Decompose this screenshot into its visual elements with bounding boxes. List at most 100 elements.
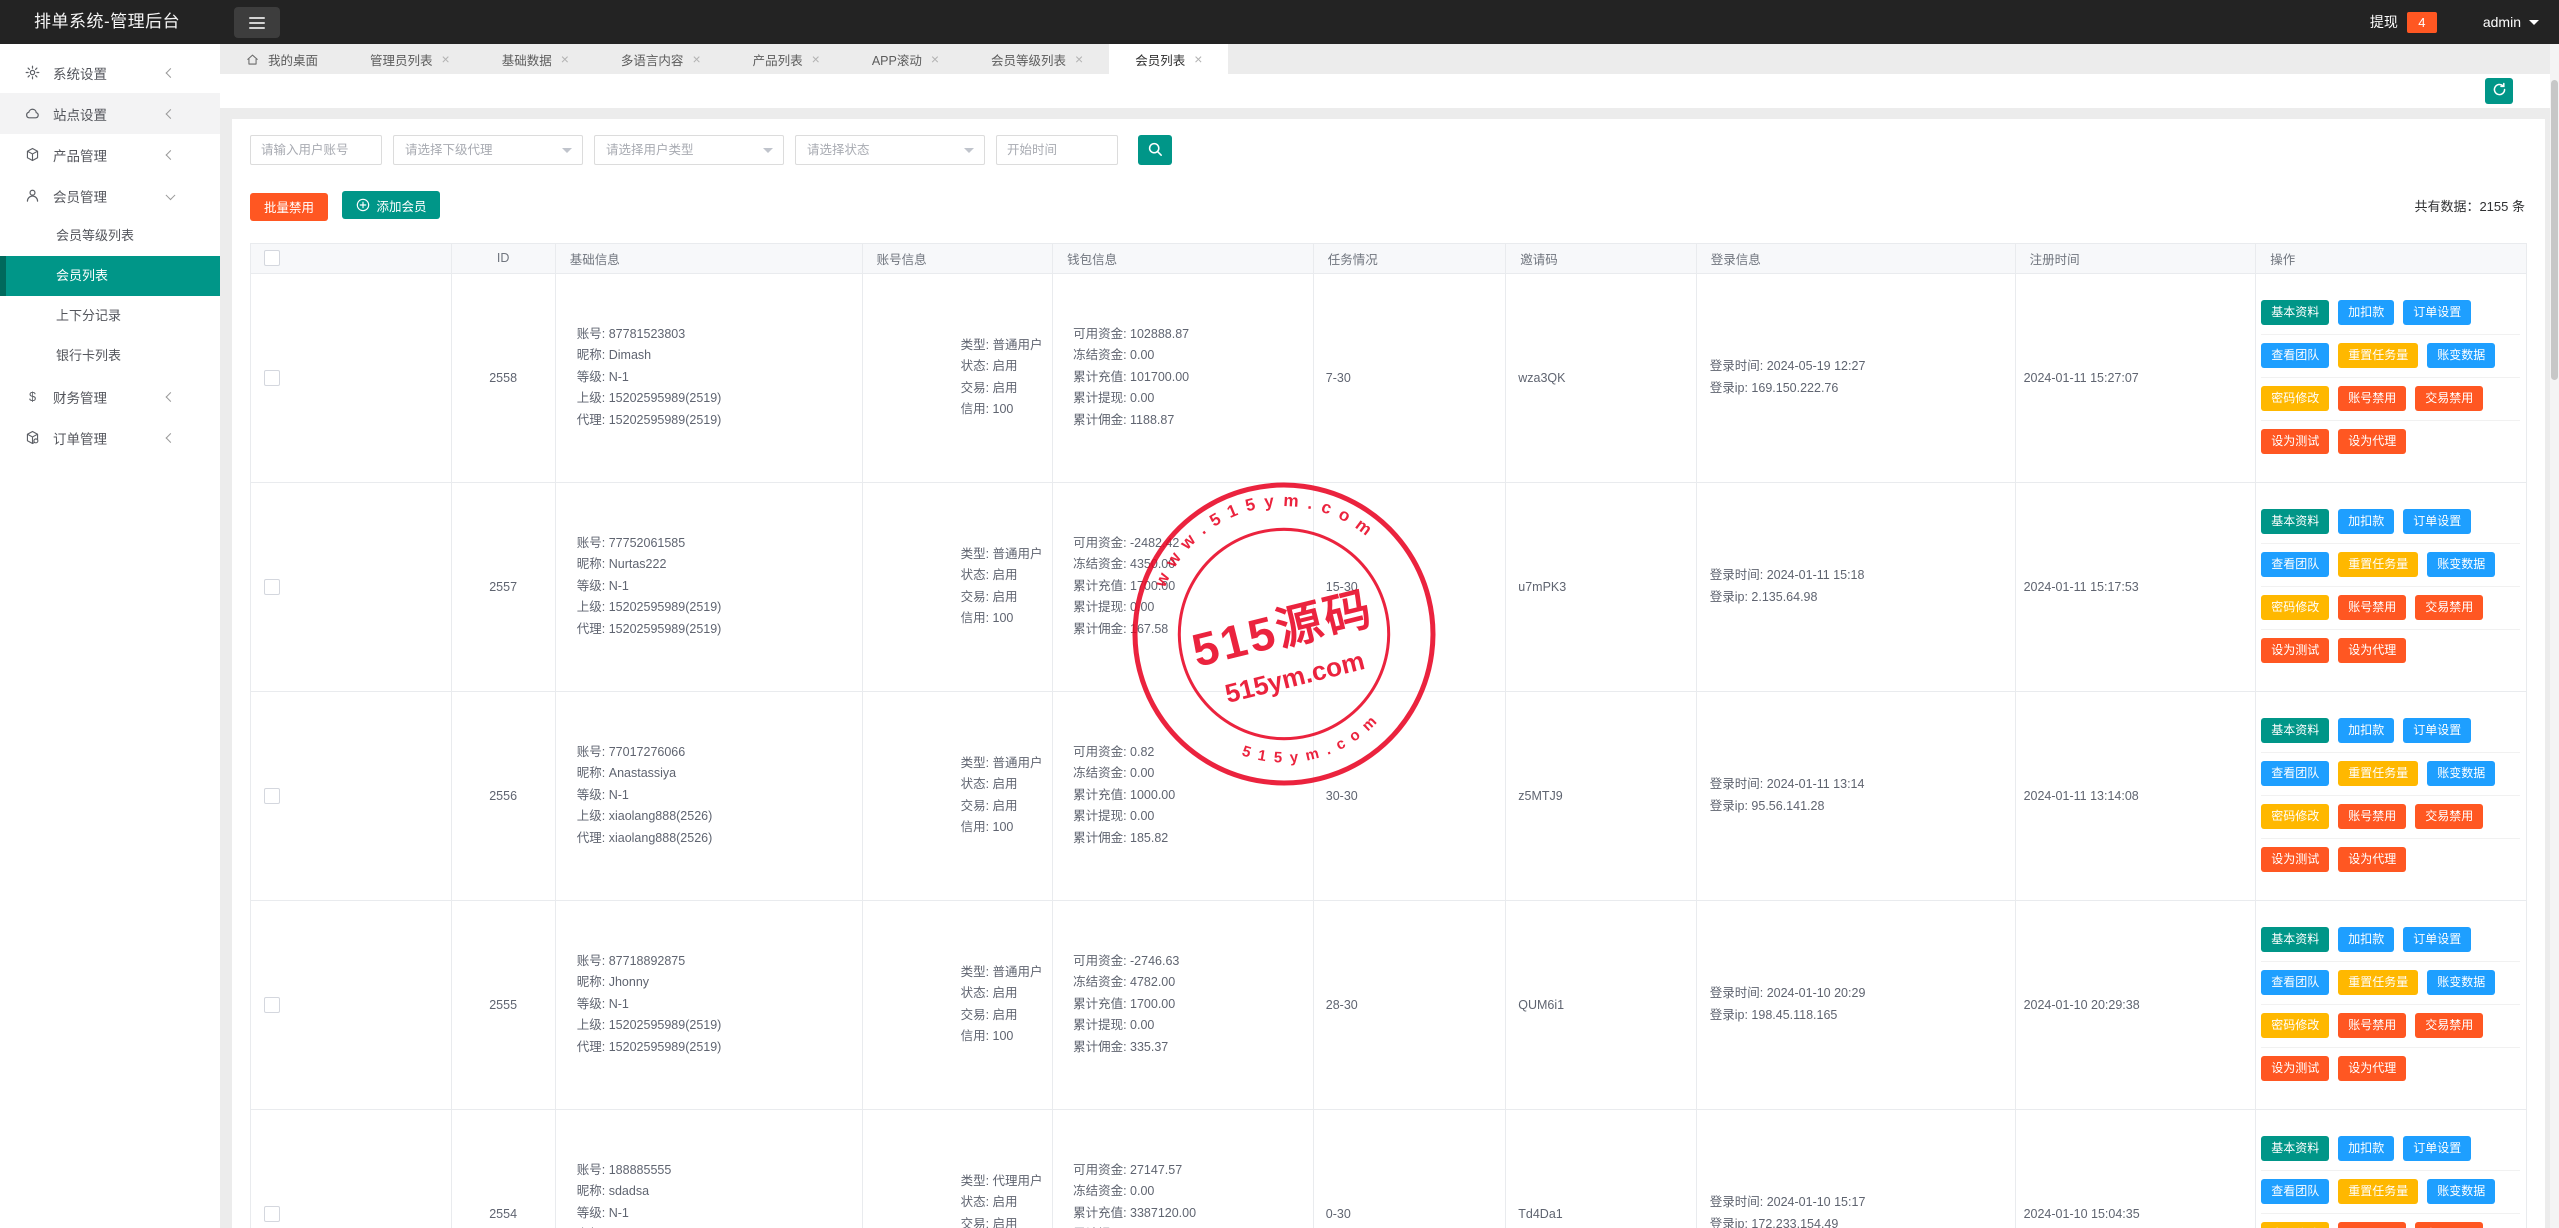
tab-app-scroll[interactable]: APP滚动 × — [846, 44, 965, 74]
menu-toggle-button[interactable] — [234, 7, 280, 38]
reset-task-button[interactable]: 重置任务量 — [2338, 1178, 2419, 1204]
close-icon[interactable]: × — [1194, 52, 1202, 66]
basic-info-button[interactable]: 基本资料 — [2261, 299, 2330, 325]
account-changes-button[interactable]: 账变数据 — [2427, 760, 2496, 786]
tab-member-level-list[interactable]: 会员等级列表 × — [965, 44, 1109, 74]
disable-account-button[interactable]: 账号禁用 — [2338, 595, 2407, 621]
order-settings-button[interactable]: 订单设置 — [2403, 717, 2472, 743]
account-changes-button[interactable]: 账变数据 — [2427, 342, 2496, 368]
tab-member-list[interactable]: 会员列表 × — [1109, 44, 1229, 74]
disable-trade-button[interactable]: 交易禁用 — [2415, 595, 2484, 621]
set-test-button[interactable]: 设为测试 — [2261, 1056, 2330, 1082]
sidebar-item-member-list[interactable]: 会员列表 — [0, 256, 220, 296]
tab-my-desktop[interactable]: 我的桌面 — [220, 44, 344, 74]
basic-info-button[interactable]: 基本资料 — [2261, 926, 2330, 952]
user-type-select[interactable]: 请选择用户类型 — [594, 135, 784, 165]
basic-info-button[interactable]: 基本资料 — [2261, 1135, 2330, 1161]
tab-admin-list[interactable]: 管理员列表 × — [344, 44, 476, 74]
reset-task-button[interactable]: 重置任务量 — [2338, 969, 2419, 995]
disable-account-button[interactable]: 账号禁用 — [2338, 1013, 2407, 1039]
add-deduct-button[interactable]: 加扣款 — [2338, 508, 2395, 534]
view-team-button[interactable]: 查看团队 — [2261, 551, 2330, 577]
disable-trade-button[interactable]: 交易禁用 — [2415, 1222, 2484, 1228]
scrollbar-thumb[interactable] — [2551, 80, 2558, 380]
vertical-scrollbar[interactable] — [2550, 44, 2559, 1228]
order-settings-button[interactable]: 订单设置 — [2403, 299, 2472, 325]
disable-account-button[interactable]: 账号禁用 — [2338, 386, 2407, 412]
basic-info-button[interactable]: 基本资料 — [2261, 508, 2330, 534]
sidebar-item-order-mgmt[interactable]: 订单管理 — [0, 417, 220, 458]
set-test-button[interactable]: 设为测试 — [2261, 847, 2330, 873]
change-password-button[interactable]: 密码修改 — [2261, 1013, 2330, 1039]
base-line: 代理: 15202595989(2519) — [576, 412, 722, 427]
set-agent-button[interactable]: 设为代理 — [2338, 429, 2407, 455]
reset-task-button[interactable]: 重置任务量 — [2338, 760, 2419, 786]
disable-trade-button[interactable]: 交易禁用 — [2415, 1013, 2484, 1039]
user-menu[interactable]: admin — [2483, 14, 2539, 30]
row-checkbox[interactable] — [264, 578, 280, 595]
close-icon[interactable]: × — [692, 52, 700, 66]
tab-basic-data[interactable]: 基础数据 × — [476, 44, 595, 74]
disable-account-button[interactable]: 账号禁用 — [2338, 1222, 2407, 1228]
refresh-button[interactable] — [2485, 78, 2513, 104]
select-all-checkbox[interactable] — [264, 250, 280, 266]
sidebar-item-bankcard-list[interactable]: 银行卡列表 — [0, 336, 220, 376]
tab-product-list[interactable]: 产品列表 × — [727, 44, 846, 74]
view-team-button[interactable]: 查看团队 — [2261, 1178, 2330, 1204]
sidebar-item-finance-mgmt[interactable]: $ 财务管理 — [0, 376, 220, 417]
sidebar-item-site-settings[interactable]: 站点设置 — [0, 93, 220, 134]
disable-trade-button[interactable]: 交易禁用 — [2415, 804, 2484, 830]
sidebar-item-member-level-list[interactable]: 会员等级列表 — [0, 216, 220, 256]
sidebar-item-system-settings[interactable]: 系统设置 — [0, 52, 220, 93]
set-agent-button[interactable]: 设为代理 — [2338, 847, 2407, 873]
row-checkbox[interactable] — [264, 996, 280, 1013]
view-team-button[interactable]: 查看团队 — [2261, 342, 2330, 368]
set-test-button[interactable]: 设为测试 — [2261, 429, 2330, 455]
search-button[interactable] — [1138, 135, 1172, 165]
change-password-button[interactable]: 密码修改 — [2261, 386, 2330, 412]
row-checkbox[interactable] — [264, 787, 280, 804]
change-password-button[interactable]: 密码修改 — [2261, 804, 2330, 830]
row-checkbox[interactable] — [264, 1205, 280, 1222]
disable-account-button[interactable]: 账号禁用 — [2338, 804, 2407, 830]
close-icon[interactable]: × — [931, 52, 939, 66]
close-icon[interactable]: × — [561, 52, 569, 66]
sidebar-item-product-mgmt[interactable]: 产品管理 — [0, 134, 220, 175]
status-select[interactable]: 请选择状态 — [795, 135, 985, 165]
add-deduct-button[interactable]: 加扣款 — [2338, 299, 2395, 325]
basic-info-button[interactable]: 基本资料 — [2261, 717, 2330, 743]
add-deduct-button[interactable]: 加扣款 — [2338, 717, 2395, 743]
reset-task-button[interactable]: 重置任务量 — [2338, 342, 2419, 368]
order-settings-button[interactable]: 订单设置 — [2403, 1135, 2472, 1161]
order-settings-button[interactable]: 订单设置 — [2403, 926, 2472, 952]
close-icon[interactable]: × — [812, 52, 820, 66]
set-agent-button[interactable]: 设为代理 — [2338, 638, 2407, 664]
disable-trade-button[interactable]: 交易禁用 — [2415, 386, 2484, 412]
account-search-input[interactable] — [250, 135, 382, 165]
tab-multilang-content[interactable]: 多语言内容 × — [595, 44, 727, 74]
sidebar-item-member-mgmt[interactable]: 会员管理 — [0, 175, 220, 216]
close-icon[interactable]: × — [442, 52, 450, 66]
row-checkbox[interactable] — [264, 369, 280, 386]
batch-disable-button[interactable]: 批量禁用 — [250, 192, 329, 221]
add-member-button[interactable]: 添加会员 — [342, 191, 441, 219]
add-deduct-button[interactable]: 加扣款 — [2338, 1135, 2395, 1161]
view-team-button[interactable]: 查看团队 — [2261, 760, 2330, 786]
cell-base: 账号: 77017276066 昵称: Anastassiya 等级: N-1 上级:… — [554, 690, 863, 901]
view-team-button[interactable]: 查看团队 — [2261, 969, 2330, 995]
change-password-button[interactable]: 密码修改 — [2261, 1222, 2330, 1228]
account-changes-button[interactable]: 账变数据 — [2427, 551, 2496, 577]
reset-task-button[interactable]: 重置任务量 — [2338, 551, 2419, 577]
add-deduct-button[interactable]: 加扣款 — [2338, 926, 2395, 952]
change-password-button[interactable]: 密码修改 — [2261, 595, 2330, 621]
agent-select[interactable]: 请选择下级代理 — [393, 135, 583, 165]
account-changes-button[interactable]: 账变数据 — [2427, 1178, 2496, 1204]
set-agent-button[interactable]: 设为代理 — [2338, 1056, 2407, 1082]
set-test-button[interactable]: 设为测试 — [2261, 638, 2330, 664]
sidebar-item-updown-records[interactable]: 上下分记录 — [0, 296, 220, 336]
order-settings-button[interactable]: 订单设置 — [2403, 508, 2472, 534]
account-changes-button[interactable]: 账变数据 — [2427, 969, 2496, 995]
withdraw-link[interactable]: 提现 4 — [2370, 11, 2437, 33]
close-icon[interactable]: × — [1075, 52, 1083, 66]
start-date-input[interactable] — [996, 135, 1118, 165]
